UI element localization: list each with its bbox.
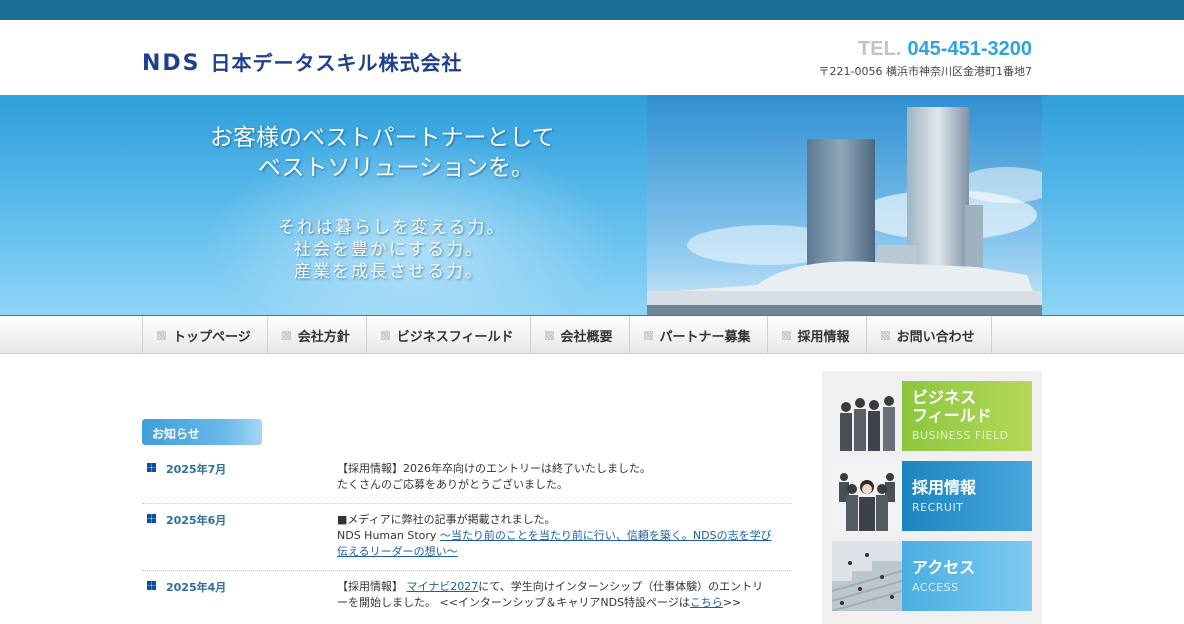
- grid-bullet-icon: [147, 514, 156, 523]
- building-photo: [647, 95, 1042, 315]
- nav-item-top[interactable]: トップページ: [143, 316, 268, 354]
- company-address: 〒221-0056 横浜市神奈川区金港町1番地7: [818, 65, 1032, 78]
- banner-title: アクセス: [912, 558, 976, 577]
- nav-bullet-icon: [643, 330, 653, 340]
- news-heading: お知らせ: [142, 419, 262, 445]
- banner-subtitle: ACCESS: [912, 581, 959, 594]
- banner-title: 採用情報: [912, 478, 977, 497]
- banner-recruit[interactable]: 採用情報 RECRUIT: [832, 461, 1032, 531]
- nav-bullet-icon: [880, 330, 890, 340]
- grid-bullet-icon: [147, 463, 156, 472]
- grid-bullet-icon: [147, 581, 156, 590]
- news-link-mynavi[interactable]: マイナビ2027: [407, 580, 479, 593]
- news-item: 2025年6月 ■メディアに弊社の記事が掲載されました。 NDS Human S…: [142, 504, 792, 571]
- tagline-line-2: ベストソリューションを。: [258, 155, 534, 181]
- news-text: 【採用情報】: [337, 580, 407, 593]
- news-text: たくさんのご応募をありがとうございました。: [337, 478, 568, 491]
- hero-tagline: お客様のベストパートナーとして ベストソリューションを。: [210, 123, 555, 183]
- company-name: 日本データスキル株式会社: [210, 51, 463, 75]
- logo-mark: NDS: [142, 51, 201, 76]
- global-nav: トップページ 会社方針 ビジネスフィールド 会社概要 パートナー募集 採用情報 …: [0, 315, 1184, 354]
- banner-title: フィールド: [912, 406, 992, 425]
- news-date: 2025年6月: [166, 514, 227, 527]
- nav-item-contact[interactable]: お問い合わせ: [867, 316, 992, 354]
- nav-bullet-icon: [781, 330, 791, 340]
- site-header: NDS 日本データスキル株式会社 TEL. 045-451-3200 〒221-00…: [0, 20, 1184, 95]
- banner-subtitle: BUSINESS FIELD: [912, 429, 1009, 442]
- top-bar: [0, 0, 1184, 20]
- nav-item-policy[interactable]: 会社方針: [268, 316, 367, 354]
- news-link-here[interactable]: こちら: [690, 596, 723, 609]
- news-list: 2025年7月 【採用情報】2026年卒向けのエントリーは終了いたしました。 た…: [142, 455, 792, 621]
- news-date: 2025年4月: [166, 581, 227, 594]
- phone-number: TEL. 045-451-3200: [858, 38, 1032, 61]
- nav-bullet-icon: [544, 330, 554, 340]
- news-date: 2025年7月: [166, 463, 227, 476]
- hero-banner: お客様のベストパートナーとして ベストソリューションを。 それは暮らしを変える力…: [0, 95, 1184, 315]
- banner-subtitle: RECRUIT: [912, 501, 964, 514]
- tel-number: 045-451-3200: [907, 38, 1032, 60]
- news-text: >>: [722, 596, 742, 609]
- nav-bullet-icon: [281, 330, 291, 340]
- news-text: 【採用情報】2026年卒向けのエントリーは終了いたしました。: [337, 462, 651, 475]
- nav-bullet-icon: [157, 330, 166, 340]
- nav-item-business-field[interactable]: ビジネスフィールド: [367, 316, 531, 354]
- nav-item-recruit[interactable]: 採用情報: [768, 316, 867, 354]
- tel-label: TEL.: [858, 38, 902, 60]
- company-logo[interactable]: NDS 日本データスキル株式会社: [142, 47, 463, 76]
- news-item: 2025年4月 【採用情報】 マイナビ2027にて、学生向けインターンシップ（仕…: [142, 571, 792, 621]
- subtag-line-2: 社会を豊かにする力。: [294, 240, 485, 260]
- nav-item-partner[interactable]: パートナー募集: [630, 316, 768, 354]
- recruit-people-image: [832, 461, 902, 531]
- banner-title: ビジネス: [912, 388, 977, 407]
- access-stairs-image: [832, 541, 903, 611]
- news-text: NDS Human Story: [337, 529, 440, 542]
- tagline-line-1: お客様のベストパートナーとして: [210, 125, 555, 151]
- nav-bullet-icon: [380, 330, 390, 340]
- banner-access[interactable]: アクセス ACCESS: [832, 541, 1032, 611]
- subtag-line-1: それは暮らしを変える力。: [278, 218, 506, 238]
- nav-item-company[interactable]: 会社概要: [531, 316, 630, 354]
- hero-subtagline: それは暮らしを変える力。 社会を豊かにする力。 産業を成長させる力。: [278, 217, 506, 283]
- news-item: 2025年7月 【採用情報】2026年卒向けのエントリーは終了いたしました。 た…: [142, 455, 792, 504]
- business-people-image: [832, 381, 902, 451]
- news-text: ■メディアに弊社の記事が掲載されました。: [337, 513, 556, 526]
- banner-business-field[interactable]: ビジネス フィールド BUSINESS FIELD: [832, 381, 1032, 451]
- side-banners: ビジネス フィールド BUSINESS FIELD 採用情報 RECRUIT ア…: [822, 371, 1042, 624]
- subtag-line-3: 産業を成長させる力。: [294, 262, 484, 282]
